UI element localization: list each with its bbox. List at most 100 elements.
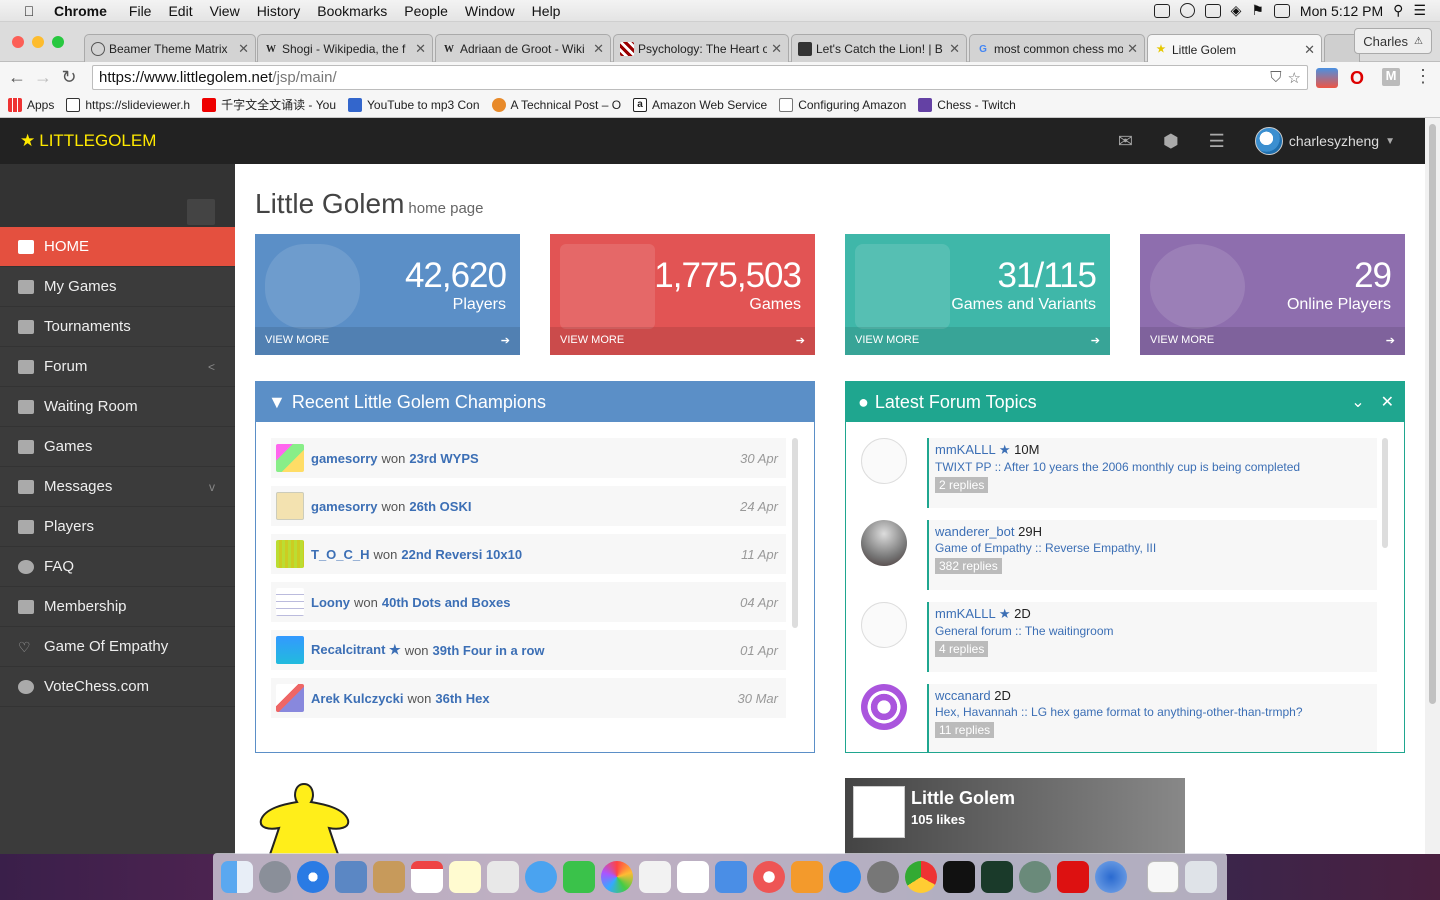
battery-monitor-icon[interactable] [1204,3,1221,18]
close-tab-icon[interactable]: ✕ [415,41,426,57]
list-item[interactable]: wanderer_bot 29H Game of Empathy :: Reve… [861,520,1381,595]
sidebar-item-game-of-empathy[interactable]: ♡ Game Of Empathy [0,627,235,667]
address-bar[interactable]: https://www.littlegolem.net/jsp/main/ ⛉ … [92,65,1308,90]
fb-page-title[interactable]: Little Golem [911,788,1015,809]
zoom-window-button[interactable] [52,36,64,48]
menu-edit[interactable]: Edit [168,3,192,19]
bookmark-technical-post[interactable]: A Technical Post – O [491,97,621,112]
notification-center-icon[interactable]: ☰ [1413,2,1426,19]
adblock-icon[interactable]: ⛉ [1270,69,1281,86]
close-tab-icon[interactable]: ✕ [238,41,249,57]
menu-bookmarks[interactable]: Bookmarks [317,3,387,19]
champion-name[interactable]: Recalcitrant ★ [311,642,401,658]
sidebar-item-messages[interactable]: Messages v [0,467,235,507]
safari-icon[interactable] [297,860,329,893]
stat-card-players[interactable]: 42,620 Players VIEW MORE ➔ [255,234,520,355]
champion-name[interactable]: Loony [311,595,350,610]
sidebar-item-my-games[interactable]: My Games [0,267,235,307]
topic-link[interactable]: General forum :: The waitingroom [935,624,1371,638]
menu-window[interactable]: Window [465,3,515,19]
user-menu[interactable]: charlesyzheng ▼ [1254,127,1395,155]
close-tab-icon[interactable]: ✕ [1127,41,1138,57]
ibooks-icon[interactable] [791,860,823,893]
tab-psychology[interactable]: Psychology: The Heart o ✕ [613,34,789,63]
bookmark-youtube-qianziwen[interactable]: 千字文全文诵读 - You [202,96,336,113]
reload-icon[interactable]: ↻ [56,67,82,88]
numbers-icon[interactable] [677,860,709,893]
tournament-name[interactable]: 36th Hex [435,691,489,706]
sidebar-item-players[interactable]: Players [0,507,235,547]
table-row[interactable]: Arek Kulczycki won 36th Hex 30 Mar [271,678,786,718]
view-more-link[interactable]: VIEW MORE ➔ [550,327,815,355]
bookmark-youtube-mp3[interactable]: YouTube to mp3 Con [348,97,480,112]
contacts-icon[interactable] [373,860,405,893]
preview-icon[interactable] [487,860,519,893]
calendar-icon[interactable] [411,860,443,893]
extension-m-icon[interactable]: M [1382,68,1400,86]
menu-history[interactable]: History [257,3,301,19]
close-tab-icon[interactable]: ✕ [949,41,960,57]
app-store-icon[interactable] [829,860,861,893]
sidebar-item-faq[interactable]: FAQ [0,547,235,587]
collapse-icon[interactable]: ⌄ [1351,392,1364,412]
facebook-page-widget[interactable]: Little Golem 105 likes [845,778,1185,858]
author-name[interactable]: mmKALLL ★ [935,442,1010,457]
topic-link[interactable]: Hex, Havannah :: LG hex game format to a… [935,705,1371,719]
tab-google-chess[interactable]: G most common chess mo ✕ [969,34,1145,63]
mendeley-icon[interactable] [1057,860,1089,893]
topic-link[interactable]: Game of Empathy :: Reverse Empathy, III [935,541,1371,555]
photos-icon[interactable] [601,860,633,893]
tab-little-golem[interactable]: ★ Little Golem ✕ [1147,34,1322,64]
champion-name[interactable]: T_O_C_H [311,547,370,562]
keynote-icon[interactable] [715,860,747,893]
sidebar-item-waiting-room[interactable]: Waiting Room [0,387,235,427]
clock[interactable]: Mon 5:12 PM [1300,3,1383,19]
sidebar-toggle-button[interactable] [187,199,215,225]
author-name[interactable]: wanderer_bot [935,524,1015,539]
list-item[interactable]: mmKALLL ★ 2D General forum :: The waitin… [861,602,1381,677]
stat-card-online[interactable]: 29 Online Players VIEW MORE ➔ [1140,234,1405,355]
table-row[interactable]: gamesorry won 26th OSKI 24 Apr [271,486,786,526]
list-item[interactable]: wccanard 2D Hex, Havannah :: LG hex game… [861,684,1381,752]
itunes-icon[interactable] [753,860,785,893]
tournament-name[interactable]: 26th OSKI [409,499,471,514]
list-item[interactable]: mmKALLL ★ 10M TWIXT PP :: After 10 years… [861,438,1381,513]
sync-icon[interactable] [1179,3,1195,18]
sidebar-item-tournaments[interactable]: Tournaments [0,307,235,347]
author-name[interactable]: wccanard [935,688,991,703]
mail-icon[interactable] [335,860,367,893]
view-more-link[interactable]: VIEW MORE ➔ [255,327,520,355]
chrome-menu-icon[interactable]: ⋮ [1414,66,1432,87]
bookmark-star-icon[interactable]: ☆ [1288,69,1301,87]
table-row[interactable]: Loony won 40th Dots and Boxes 04 Apr [271,582,786,622]
stat-card-games[interactable]: 1,775,503 Games VIEW MORE ➔ [550,234,815,355]
system-preferences-icon[interactable] [867,860,899,893]
list-icon[interactable]: ☰ [1209,131,1225,152]
menu-app-name[interactable]: Chrome [54,3,107,19]
flag-icon[interactable]: ⚑ [1251,2,1264,19]
table-row[interactable]: Recalcitrant ★ won 39th Four in a row 01 A… [271,630,786,670]
tournament-name[interactable]: 40th Dots and Boxes [382,595,511,610]
bookmark-configuring-amazon[interactable]: Configuring Amazon [779,97,906,112]
author-name[interactable]: mmKALLL ★ [935,606,1010,621]
wifi-icon[interactable]: ◈ [1231,2,1242,19]
view-more-link[interactable]: VIEW MORE ➔ [1140,327,1405,355]
table-row[interactable]: gamesorry won 23rd WYPS 30 Apr [271,438,786,478]
topic-link[interactable]: TWIXT PP :: After 10 years the 2006 mont… [935,460,1371,474]
bookmark-aws[interactable]: a Amazon Web Service [633,97,767,112]
menu-view[interactable]: View [210,3,240,19]
sidebar-item-games[interactable]: Games [0,427,235,467]
opera-icon[interactable]: O [1350,68,1364,89]
envelope-icon[interactable]: ✉ [1118,131,1133,152]
chrome-icon[interactable] [905,860,937,893]
panel-scrollbar[interactable] [792,438,798,628]
tournament-name[interactable]: 22nd Reversi 10x10 [401,547,522,562]
battery-icon[interactable] [1273,3,1290,18]
close-tab-icon[interactable]: ✕ [771,41,782,57]
trash-icon[interactable] [1185,860,1217,893]
menu-file[interactable]: File [129,3,152,19]
finder-icon[interactable] [221,860,253,893]
view-more-link[interactable]: VIEW MORE ➔ [845,327,1110,355]
document-icon[interactable] [1147,860,1179,893]
tab-catch-the-lion[interactable]: Let's Catch the Lion! | B ✕ [791,34,967,63]
